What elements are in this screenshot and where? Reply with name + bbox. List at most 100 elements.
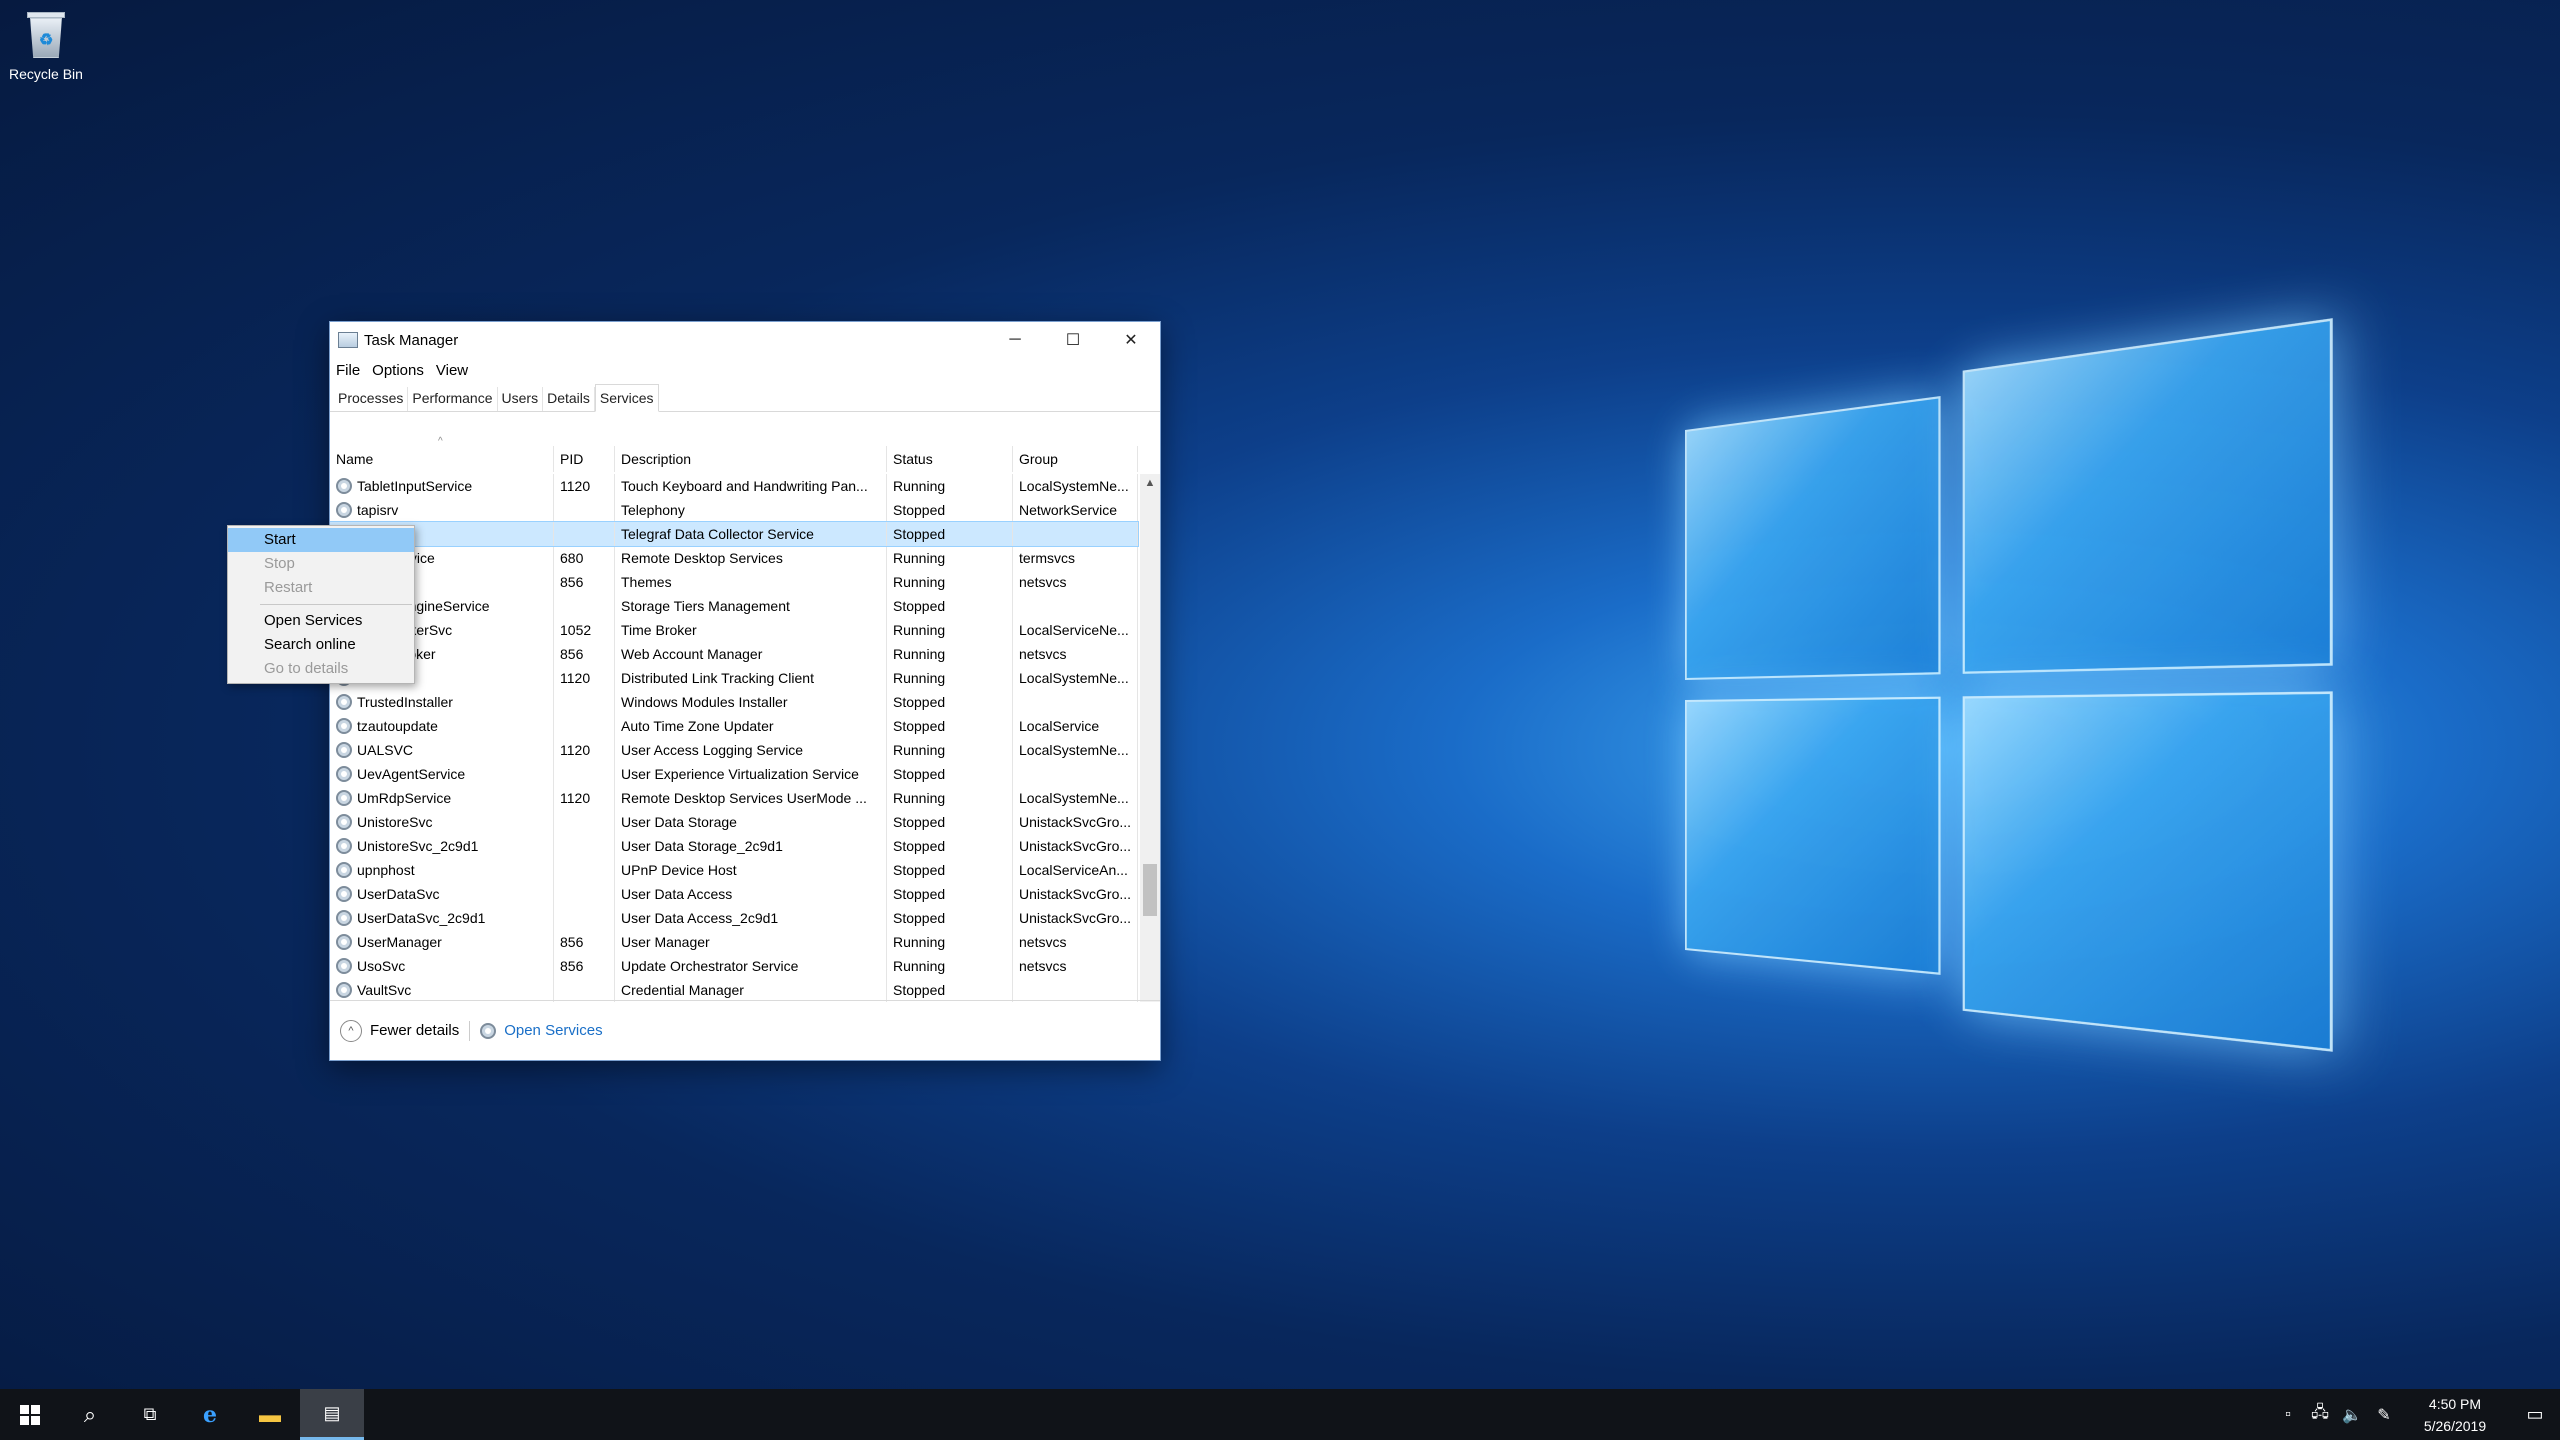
context-menu-search-online[interactable]: Search online xyxy=(228,633,414,657)
menu-view[interactable]: View xyxy=(436,362,468,379)
table-row[interactable]: UserDataSvc User Data Access Stopped Unista… xyxy=(330,882,1138,906)
open-services-link[interactable]: Open Services xyxy=(480,1022,603,1039)
table-row[interactable]: VaultSvc Credential Manager Stopped xyxy=(330,978,1138,1002)
service-description-cell: Touch Keyboard and Handwriting Pan... xyxy=(615,474,887,498)
service-pid-cell: 856 xyxy=(554,954,615,978)
column-header-description[interactable]: Description xyxy=(615,446,887,472)
menu-file[interactable]: File xyxy=(336,362,360,379)
footer-divider xyxy=(469,1020,471,1041)
context-menu-restart[interactable]: Restart xyxy=(228,576,414,600)
notifications-icon[interactable]: ▭ xyxy=(2510,1404,2560,1425)
table-row[interactable]: TieringEngineService Storage Tiers Manage… xyxy=(330,594,1138,618)
pen-icon[interactable]: ✎ xyxy=(2368,1405,2400,1425)
minimize-button[interactable]: ─ xyxy=(986,322,1044,358)
context-menu-open-services[interactable]: Open Services xyxy=(228,609,414,633)
table-row[interactable]: UALSVC 1120 User Access Logging Service Run… xyxy=(330,738,1138,762)
network-icon[interactable]: 🖧 xyxy=(2304,1401,2336,1428)
service-gear-icon xyxy=(336,958,352,974)
internet-explorer-button[interactable]: e xyxy=(180,1389,240,1440)
chevron-up-icon[interactable]: ^ xyxy=(340,1019,362,1042)
tab-services[interactable]: Services xyxy=(594,384,659,412)
close-button[interactable]: ✕ xyxy=(1102,322,1160,358)
service-group-cell xyxy=(1013,978,1138,1002)
service-description-cell: Credential Manager xyxy=(615,978,887,1002)
table-row[interactable]: TabletInputService 1120 Touch Keyboard and… xyxy=(330,474,1138,498)
maximize-button[interactable]: ☐ xyxy=(1044,322,1102,358)
table-row[interactable]: UevAgentService User Experience Virtualiz… xyxy=(330,762,1138,786)
service-group-cell: netsvcs xyxy=(1013,954,1138,978)
service-status-cell: Stopped xyxy=(887,522,1013,546)
column-header-name[interactable]: Name xyxy=(330,446,554,472)
file-explorer-icon: ▬ xyxy=(259,1401,281,1427)
scroll-up-arrow-icon[interactable]: ▲ xyxy=(1140,474,1160,492)
table-row[interactable]: Themes856ThemesRunningnetsvcs xyxy=(330,570,1138,594)
service-description-cell: Auto Time Zone Updater xyxy=(615,714,887,738)
table-row[interactable]: upnphost UPnP Device Host Stopped LocalServ… xyxy=(330,858,1138,882)
service-description-cell: User Access Logging Service xyxy=(615,738,887,762)
service-name-text: upnphost xyxy=(357,862,415,878)
service-pid-cell: 1120 xyxy=(554,474,615,498)
service-gear-icon xyxy=(336,934,352,950)
context-menu-stop[interactable]: Stop xyxy=(228,552,414,576)
table-row[interactable]: UserDataSvc_2c9d1 User Data Access_2c9d1 S… xyxy=(330,906,1138,930)
menu-options[interactable]: Options xyxy=(372,362,424,379)
search-button[interactable]: ⌕ xyxy=(60,1389,120,1440)
service-gear-icon xyxy=(336,502,352,518)
service-description-cell: Windows Modules Installer xyxy=(615,690,887,714)
table-row[interactable]: TrustedInstaller Windows Modules Installe… xyxy=(330,690,1138,714)
service-description-cell: Storage Tiers Management xyxy=(615,594,887,618)
open-services-label: Open Services xyxy=(504,1022,603,1039)
service-pid-cell xyxy=(554,690,615,714)
context-menu-divider xyxy=(260,604,412,605)
fewer-details-link[interactable]: Fewer details xyxy=(370,1022,459,1039)
service-pid-cell xyxy=(554,882,615,906)
table-row[interactable]: telegrafTelegraf Data Collector ServiceS… xyxy=(330,521,1139,547)
service-name-cell: UnistoreSvc_2c9d1 xyxy=(330,834,554,858)
clock[interactable]: 4:50 PM 5/26/2019 xyxy=(2400,1393,2510,1437)
task-manager-taskbar-button[interactable]: ▤ xyxy=(300,1389,364,1440)
search-icon: ⌕ xyxy=(83,1401,97,1427)
task-manager-icon: ▤ xyxy=(323,1402,341,1423)
table-row[interactable]: UmRdpService 1120 Remote Desktop Services … xyxy=(330,786,1138,810)
tray-show-desktop-peek-icon[interactable]: ▫ xyxy=(2272,1406,2304,1424)
table-row[interactable]: TrkWks1120Distributed Link Tracking Clie… xyxy=(330,666,1138,690)
window-footer: ^ Fewer details Open Services xyxy=(330,1000,1160,1060)
column-header-pid[interactable]: PID xyxy=(554,446,615,472)
table-row[interactable]: tapisrv Telephony Stopped NetworkService xyxy=(330,498,1138,522)
service-name-text: UserDataSvc_2c9d1 xyxy=(357,910,486,926)
service-status-cell: Stopped xyxy=(887,858,1013,882)
volume-muted-icon[interactable]: 🔈 xyxy=(2336,1405,2368,1425)
scrollbar-thumb[interactable] xyxy=(1143,864,1157,916)
service-group-cell: netsvcs xyxy=(1013,570,1138,594)
tab-users[interactable]: Users xyxy=(498,387,544,411)
service-status-cell: Stopped xyxy=(887,762,1013,786)
column-headers: Name PID Description Status Group xyxy=(330,446,1138,472)
recycle-bin-shortcut[interactable]: ♻ Recycle Bin xyxy=(4,8,88,82)
context-menu-go-to-details[interactable]: Go to details xyxy=(228,657,414,681)
service-name-text: tapisrv xyxy=(357,502,399,518)
context-menu-start[interactable]: Start xyxy=(228,528,414,552)
table-row[interactable]: tzautoupdate Auto Time Zone Updater Stoppe… xyxy=(330,714,1138,738)
table-row[interactable]: TokenBroker856Web Account ManagerRunning… xyxy=(330,642,1138,666)
tab-processes[interactable]: Processes xyxy=(334,387,409,411)
table-row[interactable]: UserManager 856 User Manager Running netsvcs xyxy=(330,930,1138,954)
vertical-scrollbar[interactable]: ▲ ▼ xyxy=(1140,474,1160,1002)
system-tray: ▫ 🖧 🔈 ✎ 4:50 PM 5/26/2019 ▭ xyxy=(2272,1389,2560,1440)
column-header-status[interactable]: Status xyxy=(887,446,1013,472)
task-view-button[interactable]: ⧉ xyxy=(120,1389,180,1440)
service-gear-icon xyxy=(336,862,352,878)
tab-details[interactable]: Details xyxy=(543,387,595,411)
tab-performance[interactable]: Performance xyxy=(408,387,498,411)
file-explorer-button[interactable]: ▬ xyxy=(240,1389,300,1440)
column-header-group[interactable]: Group xyxy=(1013,446,1138,472)
start-button[interactable] xyxy=(0,1389,60,1440)
table-row[interactable]: UsoSvc 856 Update Orchestrator Service Runn… xyxy=(330,954,1138,978)
table-row[interactable]: UnistoreSvc User Data Storage Stopped Unist… xyxy=(330,810,1138,834)
service-description-cell: User Experience Virtualization Service xyxy=(615,762,887,786)
table-row[interactable]: TimeBrokerSvc1052Time BrokerRunningLocal… xyxy=(330,618,1138,642)
table-row[interactable]: TermService680Remote Desktop ServicesRun… xyxy=(330,546,1138,570)
service-gear-icon xyxy=(336,886,352,902)
service-name-text: VaultSvc xyxy=(357,982,412,998)
table-row[interactable]: UnistoreSvc_2c9d1 User Data Storage_2c9d1… xyxy=(330,834,1138,858)
title-bar[interactable]: Task Manager ─ ☐ ✕ xyxy=(330,322,1160,358)
